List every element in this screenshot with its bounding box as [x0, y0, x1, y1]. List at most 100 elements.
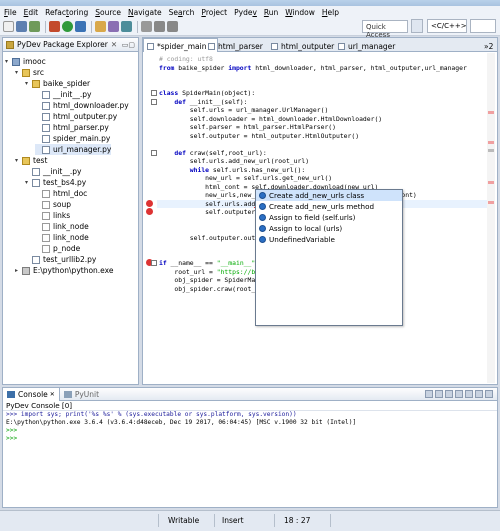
- menu-item[interactable]: Help: [322, 8, 339, 17]
- quick-fix-option[interactable]: Assign to local (urls): [256, 223, 402, 234]
- menu-item[interactable]: Run: [264, 8, 278, 17]
- tree-item[interactable]: html_parser.py: [35, 122, 109, 133]
- menu-item[interactable]: Pydev: [234, 8, 257, 17]
- perspective-pydev[interactable]: [470, 19, 496, 33]
- quick-fix-option[interactable]: Assign to field (self.urls): [256, 212, 402, 223]
- fold-toggle-icon[interactable]: [151, 260, 157, 266]
- expand-toggle-icon[interactable]: ▾: [25, 80, 32, 87]
- tree-item[interactable]: test_urllib2.py: [25, 254, 96, 265]
- save-icon[interactable]: [16, 21, 27, 32]
- expand-toggle-icon[interactable]: ▾: [5, 58, 12, 65]
- editor-tab[interactable]: html_parser: [205, 38, 266, 52]
- terminate-icon[interactable]: [425, 390, 433, 398]
- menu-item[interactable]: Edit: [24, 8, 39, 17]
- tree-item[interactable]: url_manager.py: [35, 144, 112, 155]
- code-line: self.urls.add_new_url(root_url): [159, 157, 309, 165]
- fold-toggle-icon[interactable]: [151, 149, 157, 156]
- overview-marker[interactable]: [488, 201, 494, 204]
- close-icon[interactable]: ✕: [111, 40, 117, 49]
- folder-icon: [22, 68, 30, 77]
- console-tab[interactable]: Console ✕: [3, 387, 60, 401]
- menu-item[interactable]: Project: [201, 8, 227, 17]
- tree-item-label: test_bs4.py: [43, 178, 87, 187]
- code-token: "https://ba: [216, 267, 260, 276]
- fold-toggle-icon[interactable]: [151, 98, 157, 105]
- package-explorer-icon: [6, 40, 14, 49]
- open-type-icon[interactable]: [95, 21, 106, 32]
- status-separator: [214, 514, 215, 527]
- quick-access-field[interactable]: Quick Access: [362, 20, 408, 39]
- new-icon[interactable]: [3, 21, 14, 32]
- print-icon[interactable]: [29, 21, 40, 32]
- debug-icon[interactable]: [49, 21, 60, 32]
- toolbar-separator: [45, 20, 46, 33]
- tab-overflow[interactable]: »2: [481, 38, 496, 52]
- error-icon[interactable]: [146, 208, 153, 215]
- tree-item[interactable]: ▾ imooc: [5, 56, 46, 67]
- editor-tab[interactable]: url_manager: [335, 38, 398, 52]
- open-console-icon[interactable]: [465, 390, 473, 398]
- tree-item[interactable]: ▾ test_bs4.py: [25, 177, 86, 188]
- perspective-cpp[interactable]: <C/C++>: [427, 19, 467, 33]
- tree-item[interactable]: html_doc: [35, 188, 87, 199]
- menu-item[interactable]: Search: [169, 8, 195, 17]
- package-explorer-tab[interactable]: PyDev Package Explorer ✕ ▭▢: [3, 38, 138, 52]
- editor-tab[interactable]: html_outputer: [268, 38, 337, 52]
- maximize-icon[interactable]: [485, 390, 493, 398]
- tree-item[interactable]: ▾ test: [15, 155, 47, 166]
- menu-item[interactable]: Source: [95, 8, 121, 17]
- tree-item[interactable]: ▾ baike_spider: [25, 78, 90, 89]
- error-icon[interactable]: [146, 199, 153, 207]
- expand-toggle-icon[interactable]: ▾: [25, 179, 32, 186]
- back-icon[interactable]: [154, 21, 165, 32]
- tree-item[interactable]: spider_main.py: [35, 133, 110, 144]
- run-icon[interactable]: [62, 21, 73, 32]
- annotation-icon[interactable]: [141, 21, 152, 32]
- tree-item[interactable]: links: [35, 210, 70, 221]
- tree-item[interactable]: link_node: [35, 232, 89, 243]
- clear-console-icon[interactable]: [435, 390, 443, 398]
- quick-fix-option[interactable]: UndefinedVariable: [256, 234, 402, 245]
- tree-item[interactable]: p_node: [35, 243, 80, 254]
- open-perspective-icon[interactable]: [411, 19, 423, 33]
- pydev-icon[interactable]: [121, 21, 132, 32]
- forward-icon[interactable]: [167, 21, 178, 32]
- code-token: __init__(self):: [185, 97, 248, 106]
- console-output[interactable]: >>> import sys; print('%s %s' % (sys.exe…: [3, 411, 497, 443]
- menu-item[interactable]: File: [4, 8, 17, 17]
- quick-fix-option[interactable]: Create add_new_urls method: [256, 201, 402, 212]
- tree-item[interactable]: __init__.py: [35, 89, 91, 100]
- menu-item[interactable]: Refactoring: [45, 8, 88, 17]
- close-icon[interactable]: ✕: [50, 391, 55, 398]
- package-icon: [32, 79, 40, 88]
- run-external-icon[interactable]: [75, 21, 86, 32]
- minimize-icon[interactable]: ▭▢: [122, 41, 135, 49]
- console-tab[interactable]: PyUnit: [60, 388, 103, 401]
- overview-marker[interactable]: [488, 141, 494, 144]
- tree-item[interactable]: html_outputer.py: [35, 111, 117, 122]
- menu-item[interactable]: Window: [285, 8, 315, 17]
- minimize-icon[interactable]: [475, 390, 483, 398]
- menu-item[interactable]: Navigate: [128, 8, 162, 17]
- tree-item[interactable]: soup: [35, 199, 71, 210]
- expand-toggle-icon[interactable]: ▾: [15, 157, 22, 164]
- overview-marker[interactable]: [488, 149, 494, 152]
- tree-item[interactable]: ▸ E:\python\python.exe: [15, 265, 113, 276]
- fold-toggle-icon[interactable]: [151, 90, 157, 96]
- tree-item[interactable]: ▾ src: [15, 67, 44, 78]
- menu-item-text: ile: [7, 7, 17, 17]
- search-icon[interactable]: [108, 21, 119, 32]
- expand-toggle-icon[interactable]: ▾: [15, 69, 22, 76]
- pin-icon[interactable]: [455, 390, 463, 398]
- overview-marker[interactable]: [488, 111, 494, 114]
- python-file-icon: [42, 112, 50, 121]
- scroll-lock-icon[interactable]: [445, 390, 453, 398]
- quick-fix-option[interactable]: Create add_new_urls class: [256, 190, 402, 201]
- code-token: def: [174, 97, 186, 106]
- overview-marker[interactable]: [488, 181, 494, 184]
- overview-ruler[interactable]: [487, 53, 495, 383]
- tree-item[interactable]: __init__.py: [25, 166, 81, 177]
- tree-item[interactable]: html_downloader.py: [35, 100, 129, 111]
- expand-toggle-icon[interactable]: ▸: [15, 267, 22, 274]
- tree-item[interactable]: link_node: [35, 221, 89, 232]
